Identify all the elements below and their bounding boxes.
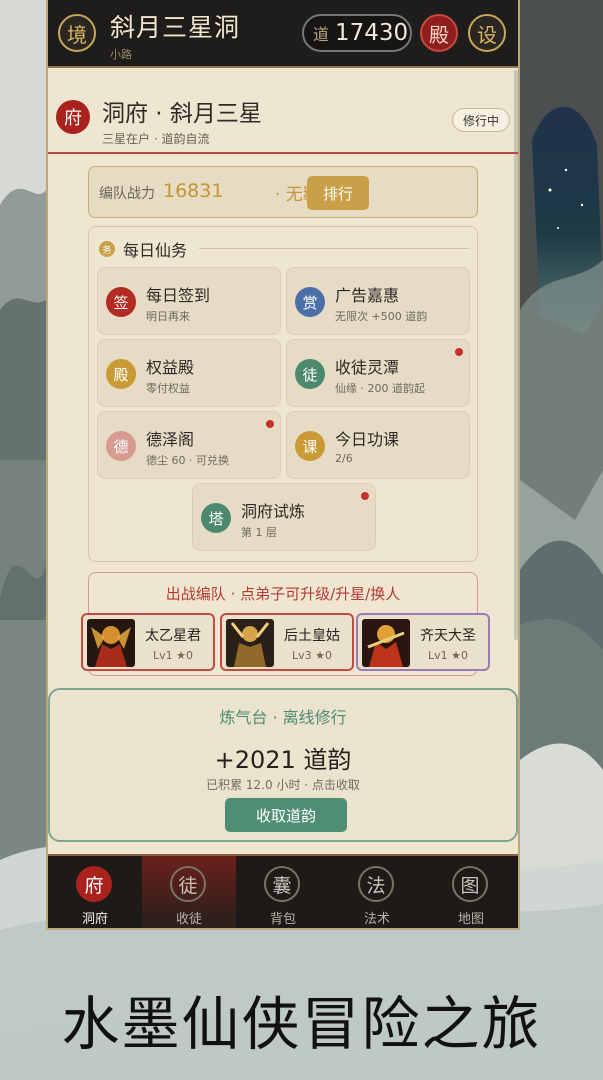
cave-title: 洞府 · 斜月三星 xyxy=(102,101,262,127)
lesson-icon: 课 xyxy=(295,431,325,461)
hall-button[interactable]: 殿 xyxy=(420,14,458,52)
team-power-panel: 编队战力 16831 · 无羁绊 排行 xyxy=(88,166,478,218)
daily-tasks-title: 每日仙务 xyxy=(123,241,188,260)
team-member-card[interactable]: 后土皇姑 Lv3 ★0 xyxy=(220,613,354,671)
bag-nav-icon: 囊 xyxy=(264,866,300,902)
task-detail: 2/6 xyxy=(335,452,353,465)
dao-currency[interactable]: 道 17430 xyxy=(302,14,412,52)
task-detail: 仙缘 · 200 道韵起 xyxy=(335,382,425,395)
nav-label: 地图 xyxy=(457,912,484,927)
power-label: 编队战力 xyxy=(99,186,155,202)
task-detail: 零付权益 xyxy=(146,382,190,395)
hero-portrait xyxy=(362,619,410,667)
task-name: 洞府试炼 xyxy=(241,502,306,521)
nav-label: 收徒 xyxy=(175,912,202,927)
task-detail: 德尘 60 · 可兑换 xyxy=(146,454,229,467)
offline-accumulated: 已积累 12.0 小时 · 点击收取 xyxy=(206,778,360,792)
notification-dot xyxy=(361,492,369,500)
power-value: 16831 xyxy=(163,180,224,202)
cave-nav-icon: 府 xyxy=(76,866,112,902)
promo-slogan: 水墨仙侠冒险之旅 xyxy=(61,990,542,1058)
task-card-virtue-pavilion[interactable]: 德 德泽阁 德尘 60 · 可兑换 xyxy=(97,411,281,479)
task-name: 今日功课 xyxy=(335,430,400,449)
nav-label: 洞府 xyxy=(81,912,108,927)
dao-icon: 道 xyxy=(313,25,330,44)
hero-level: Lv3 ★0 xyxy=(292,649,332,662)
task-card-daily-lessons[interactable]: 课 今日功课 2/6 xyxy=(286,411,470,479)
sign-in-icon: 签 xyxy=(106,287,136,317)
ranking-button[interactable]: 排行 xyxy=(307,176,369,210)
title-divider xyxy=(199,248,469,249)
nav-tab-bag[interactable]: 囊 背包 xyxy=(236,856,330,928)
hero-level: Lv1 ★0 xyxy=(153,649,193,662)
task-name: 每日签到 xyxy=(146,286,211,305)
offline-title: 炼气台 · 离线修行 xyxy=(219,708,347,727)
battle-team-panel: 出战编队 · 点弟子可升级/升星/换人 太乙星君 Lv1 ★0 后土皇姑 Lv3… xyxy=(81,572,490,676)
nav-tab-spells[interactable]: 法 法术 xyxy=(330,856,424,928)
cave-icon: 府 xyxy=(56,100,90,134)
hero-name: 后土皇姑 xyxy=(284,628,340,644)
task-icon: 务 xyxy=(99,241,115,257)
status-badge: 修行中 xyxy=(452,108,511,132)
cave-header: 府 洞府 · 斜月三星 三星在户 · 道韵自流 修行中 xyxy=(48,82,518,154)
tower-icon: 塔 xyxy=(201,503,231,533)
team-title: 出战编队 · 点弟子可升级/升星/换人 xyxy=(165,585,401,603)
realm-icon[interactable]: 境 xyxy=(58,14,96,52)
dao-value: 17430 xyxy=(335,20,409,46)
cave-subtitle: 三星在户 · 道韵自流 xyxy=(102,132,210,146)
location-title: 斜月三星洞 xyxy=(110,13,241,42)
task-card-ad-reward[interactable]: 赏 广告嘉惠 无限次 +500 道韵 xyxy=(286,267,470,335)
hero-name: 太乙星君 xyxy=(145,628,201,644)
offline-cultivation-panel: 炼气台 · 离线修行 +2021 道韵 已积累 12.0 小时 · 点击收取 收… xyxy=(48,688,518,842)
task-detail: 明日再来 xyxy=(146,310,190,323)
task-name: 德泽阁 xyxy=(146,430,195,449)
nav-tab-map[interactable]: 图 地图 xyxy=(424,856,518,928)
location-subtitle: 小路 xyxy=(110,48,132,61)
map-nav-icon: 图 xyxy=(452,866,488,902)
task-name: 收徒灵潭 xyxy=(335,358,400,377)
spells-nav-icon: 法 xyxy=(358,866,394,902)
team-member-card[interactable]: 齐天大圣 Lv1 ★0 xyxy=(356,613,490,671)
hero-level: Lv1 ★0 xyxy=(428,649,468,662)
daily-tasks-panel: 务 每日仙务 签 每日签到 明日再来 赏 广告嘉惠 无限次 +500 道韵 殿 … xyxy=(88,226,478,562)
task-name: 权益殿 xyxy=(146,358,195,377)
nav-label: 法术 xyxy=(363,912,390,927)
task-card-sign-in[interactable]: 签 每日签到 明日再来 xyxy=(97,267,281,335)
team-member-card[interactable]: 太乙星君 Lv1 ★0 xyxy=(81,613,215,671)
task-card-benefits[interactable]: 殿 权益殿 零付权益 xyxy=(97,339,281,407)
settings-button[interactable]: 设 xyxy=(468,14,506,52)
task-detail: 无限次 +500 道韵 xyxy=(335,310,428,323)
notification-dot xyxy=(455,348,463,356)
game-screen: 境 斜月三星洞 小路 道 17430 殿 设 府 洞府 · 斜月三星 三星在户 … xyxy=(46,0,520,930)
scrollbar[interactable] xyxy=(514,70,518,640)
nav-tab-cave[interactable]: 府 洞府 xyxy=(48,856,142,928)
top-bar: 境 斜月三星洞 小路 道 17430 殿 设 xyxy=(48,0,518,68)
offline-reward-value: +2021 道韵 xyxy=(214,746,352,774)
task-detail: 第 1 层 xyxy=(241,526,277,539)
benefit-hall-icon: 殿 xyxy=(106,359,136,389)
collect-reward-button[interactable]: 收取道韵 xyxy=(225,798,347,832)
hero-name: 齐天大圣 xyxy=(420,628,476,644)
hero-portrait xyxy=(226,619,274,667)
hero-portrait xyxy=(87,619,135,667)
disciple-icon: 徒 xyxy=(295,359,325,389)
task-card-trial-tower[interactable]: 塔 洞府试炼 第 1 层 xyxy=(192,483,376,551)
task-card-disciple-pool[interactable]: 徒 收徒灵潭 仙缘 · 200 道韵起 xyxy=(286,339,470,407)
bottom-navigation: 府 洞府 徒 收徒 囊 背包 法 法术 图 地图 xyxy=(48,854,518,928)
nav-tab-disciples[interactable]: 徒 收徒 xyxy=(142,856,236,928)
disciples-nav-icon: 徒 xyxy=(170,866,206,902)
reward-icon: 赏 xyxy=(295,287,325,317)
nav-label: 背包 xyxy=(269,912,296,927)
task-name: 广告嘉惠 xyxy=(335,286,400,305)
notification-dot xyxy=(266,420,274,428)
virtue-icon: 德 xyxy=(106,431,136,461)
